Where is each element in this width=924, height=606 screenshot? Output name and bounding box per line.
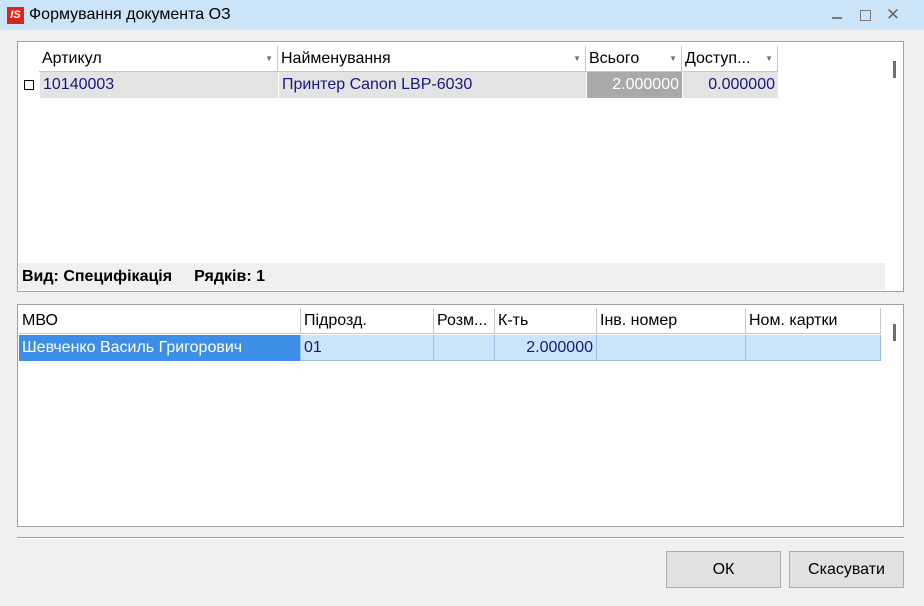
column-header-article[interactable]: Артикул ▼: [39, 46, 278, 72]
divider: [17, 537, 904, 539]
specification-grid-header: Артикул ▼ Найменування ▼ Всього ▼ Доступ...…: [39, 46, 778, 72]
cell-name[interactable]: Принтер Canon LBP-6030: [279, 72, 587, 98]
mvo-grid: МВО Підрозд. Розм... К-ть Інв. номер Ном…: [17, 304, 904, 527]
column-header-card-number[interactable]: Ном. картки: [746, 308, 881, 334]
vertical-scrollbar[interactable]: [886, 43, 903, 262]
window-title: Формування документа ОЗ: [29, 6, 231, 23]
column-header-label: Артикул: [42, 50, 102, 67]
column-header-quantity[interactable]: К-ть: [495, 308, 597, 334]
maximize-button[interactable]: [852, 0, 878, 30]
app-logo-icon: IS: [7, 6, 24, 24]
vertical-scrollbar[interactable]: [886, 306, 903, 526]
cell-inv-number[interactable]: [597, 335, 746, 361]
table-row[interactable]: 10140003 Принтер Canon LBP-6030 2.000000…: [19, 72, 779, 98]
cell-size[interactable]: [434, 335, 495, 361]
grid-status-bar: Вид: Специфікація Рядків: 1: [19, 263, 885, 290]
column-filter-icon[interactable]: ▼: [669, 46, 677, 71]
column-header-label: Найменування: [281, 50, 391, 67]
specification-grid: Артикул ▼ Найменування ▼ Всього ▼ Доступ...…: [17, 41, 904, 292]
column-header-subdivision[interactable]: Підрозд.: [301, 308, 434, 334]
column-filter-icon[interactable]: ▼: [265, 46, 273, 71]
column-header-label: Доступ...: [685, 50, 751, 67]
table-row[interactable]: Шевченко Василь Григорович 01 2.000000: [19, 335, 881, 361]
close-icon: ✕: [885, 5, 901, 24]
cell-total[interactable]: 2.000000: [587, 72, 683, 98]
column-header-available[interactable]: Доступ... ▼: [682, 46, 778, 72]
column-filter-icon[interactable]: ▼: [765, 46, 773, 71]
column-filter-icon[interactable]: ▼: [573, 46, 581, 71]
row-checkbox[interactable]: [24, 80, 34, 90]
mvo-grid-header: МВО Підрозд. Розм... К-ть Інв. номер Ном…: [19, 308, 881, 334]
close-button[interactable]: ✕: [880, 0, 906, 30]
cell-card-number[interactable]: [746, 335, 881, 361]
cancel-button[interactable]: Скасувати: [789, 551, 904, 588]
column-header-label: Всього: [589, 50, 640, 67]
view-label: Вид: Специфікація: [22, 267, 173, 285]
cell-quantity[interactable]: 2.000000: [495, 335, 597, 361]
title-bar: IS Формування документа ОЗ ✕: [0, 0, 924, 30]
rows-count: Рядків: 1: [194, 267, 265, 285]
cell-subdivision[interactable]: 01: [301, 335, 434, 361]
scrollbar-thumb[interactable]: [893, 324, 896, 341]
scrollbar-thumb[interactable]: [893, 61, 896, 78]
minimize-button[interactable]: [824, 0, 850, 30]
row-checkbox-cell[interactable]: [19, 72, 40, 98]
cell-article[interactable]: 10140003: [40, 72, 279, 98]
column-header-size[interactable]: Розм...: [434, 308, 495, 334]
cell-available[interactable]: 0.000000: [683, 72, 779, 98]
minimize-icon: [832, 17, 842, 19]
ok-button[interactable]: ОК: [666, 551, 781, 588]
column-header-inv-number[interactable]: Інв. номер: [597, 308, 746, 334]
maximize-icon: [859, 9, 871, 21]
column-header-name[interactable]: Найменування ▼: [278, 46, 586, 72]
column-header-total[interactable]: Всього ▼: [586, 46, 682, 72]
column-header-mvo[interactable]: МВО: [19, 308, 301, 334]
cell-mvo[interactable]: Шевченко Василь Григорович: [19, 335, 301, 361]
